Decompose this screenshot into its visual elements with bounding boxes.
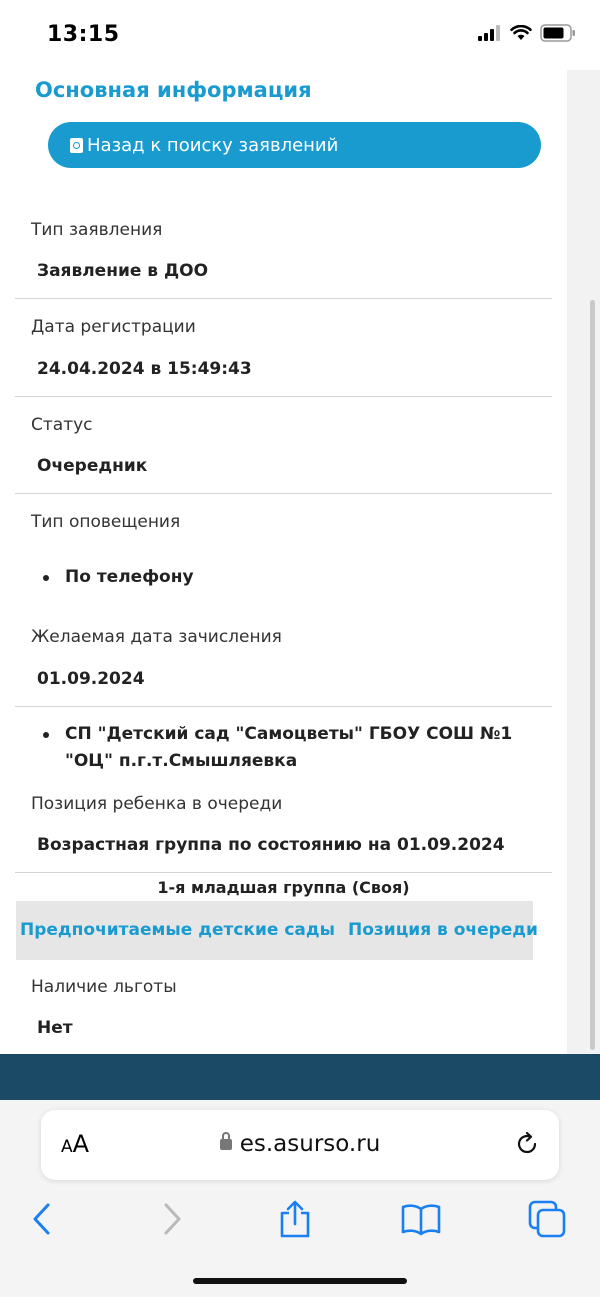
- status-icons: [478, 24, 576, 42]
- browser-toolbar: AA es.asurso.ru: [0, 1100, 600, 1297]
- status-time: 13:15: [47, 22, 120, 47]
- home-indicator: [193, 1278, 407, 1284]
- scrollbar[interactable]: [590, 300, 595, 1050]
- page-right-gutter: [567, 70, 600, 1054]
- notify-label: Тип оповещения: [31, 512, 181, 532]
- notify-item: По телефону: [65, 567, 194, 587]
- type-value: Заявление в ДОО: [37, 261, 209, 281]
- lock-icon: [219, 1132, 232, 1150]
- back-button-label: Назад к поиску заявлений: [87, 134, 339, 156]
- divider: [15, 493, 552, 494]
- group-name: 1-я младшая группа (Своя): [157, 878, 410, 897]
- desired-date-label: Желаемая дата зачисления: [31, 627, 282, 647]
- wifi-icon: [510, 25, 532, 40]
- kindergarten-item: СП "Детский сад "Самоцветы" ГБОУ СОШ №1 …: [65, 724, 513, 771]
- cellular-signal-icon: [478, 25, 500, 41]
- status-label: Статус: [31, 415, 93, 435]
- browser-nav-row: [0, 1194, 600, 1244]
- back-chevron-icon[interactable]: [17, 1194, 67, 1244]
- url-display[interactable]: es.asurso.ru: [41, 1131, 559, 1157]
- address-bar[interactable]: AA es.asurso.ru: [41, 1110, 559, 1180]
- tab-preferred-kindergartens[interactable]: Предпочитаемые детские сады: [20, 920, 335, 940]
- queue-position-label: Позиция ребенка в очереди: [31, 794, 283, 814]
- battery-icon: [540, 24, 575, 42]
- benefit-label: Наличие льготы: [31, 977, 177, 997]
- reload-icon[interactable]: [513, 1130, 541, 1162]
- desired-date-value: 01.09.2024: [37, 669, 145, 689]
- reg-date-value: 24.04.2024 в 15:49:43: [37, 359, 252, 379]
- tabs-bar: Предпочитаемые детские сады Позиция в оч…: [16, 901, 538, 960]
- divider: [15, 706, 552, 707]
- bullet: [43, 732, 49, 738]
- url-text: es.asurso.ru: [239, 1131, 381, 1157]
- section-title: Основная информация: [35, 78, 312, 102]
- page-footer-strip: [0, 1054, 600, 1100]
- age-group-date-value: Возрастная группа по состоянию на 01.09.…: [37, 835, 505, 855]
- divider: [15, 872, 552, 873]
- share-icon[interactable]: [270, 1194, 320, 1244]
- divider: [15, 396, 552, 397]
- type-label: Тип заявления: [31, 220, 163, 240]
- status-bar: 13:15: [0, 0, 600, 70]
- forward-chevron-icon[interactable]: [147, 1194, 197, 1244]
- bookmarks-icon[interactable]: [396, 1194, 446, 1244]
- reg-date-label: Дата регистрации: [31, 317, 196, 337]
- tab-queue-position[interactable]: Позиция в очереди: [348, 920, 538, 940]
- divider: [15, 298, 552, 299]
- back-to-search-button[interactable]: Назад к поиску заявлений: [48, 122, 541, 168]
- web-page: Основная информация Назад к поиску заявл…: [0, 70, 600, 1054]
- bullet: [43, 575, 49, 581]
- tabs-icon[interactable]: [522, 1194, 572, 1244]
- search-document-icon: [70, 137, 83, 153]
- benefit-value: Нет: [37, 1018, 73, 1038]
- status-value: Очередник: [37, 456, 148, 476]
